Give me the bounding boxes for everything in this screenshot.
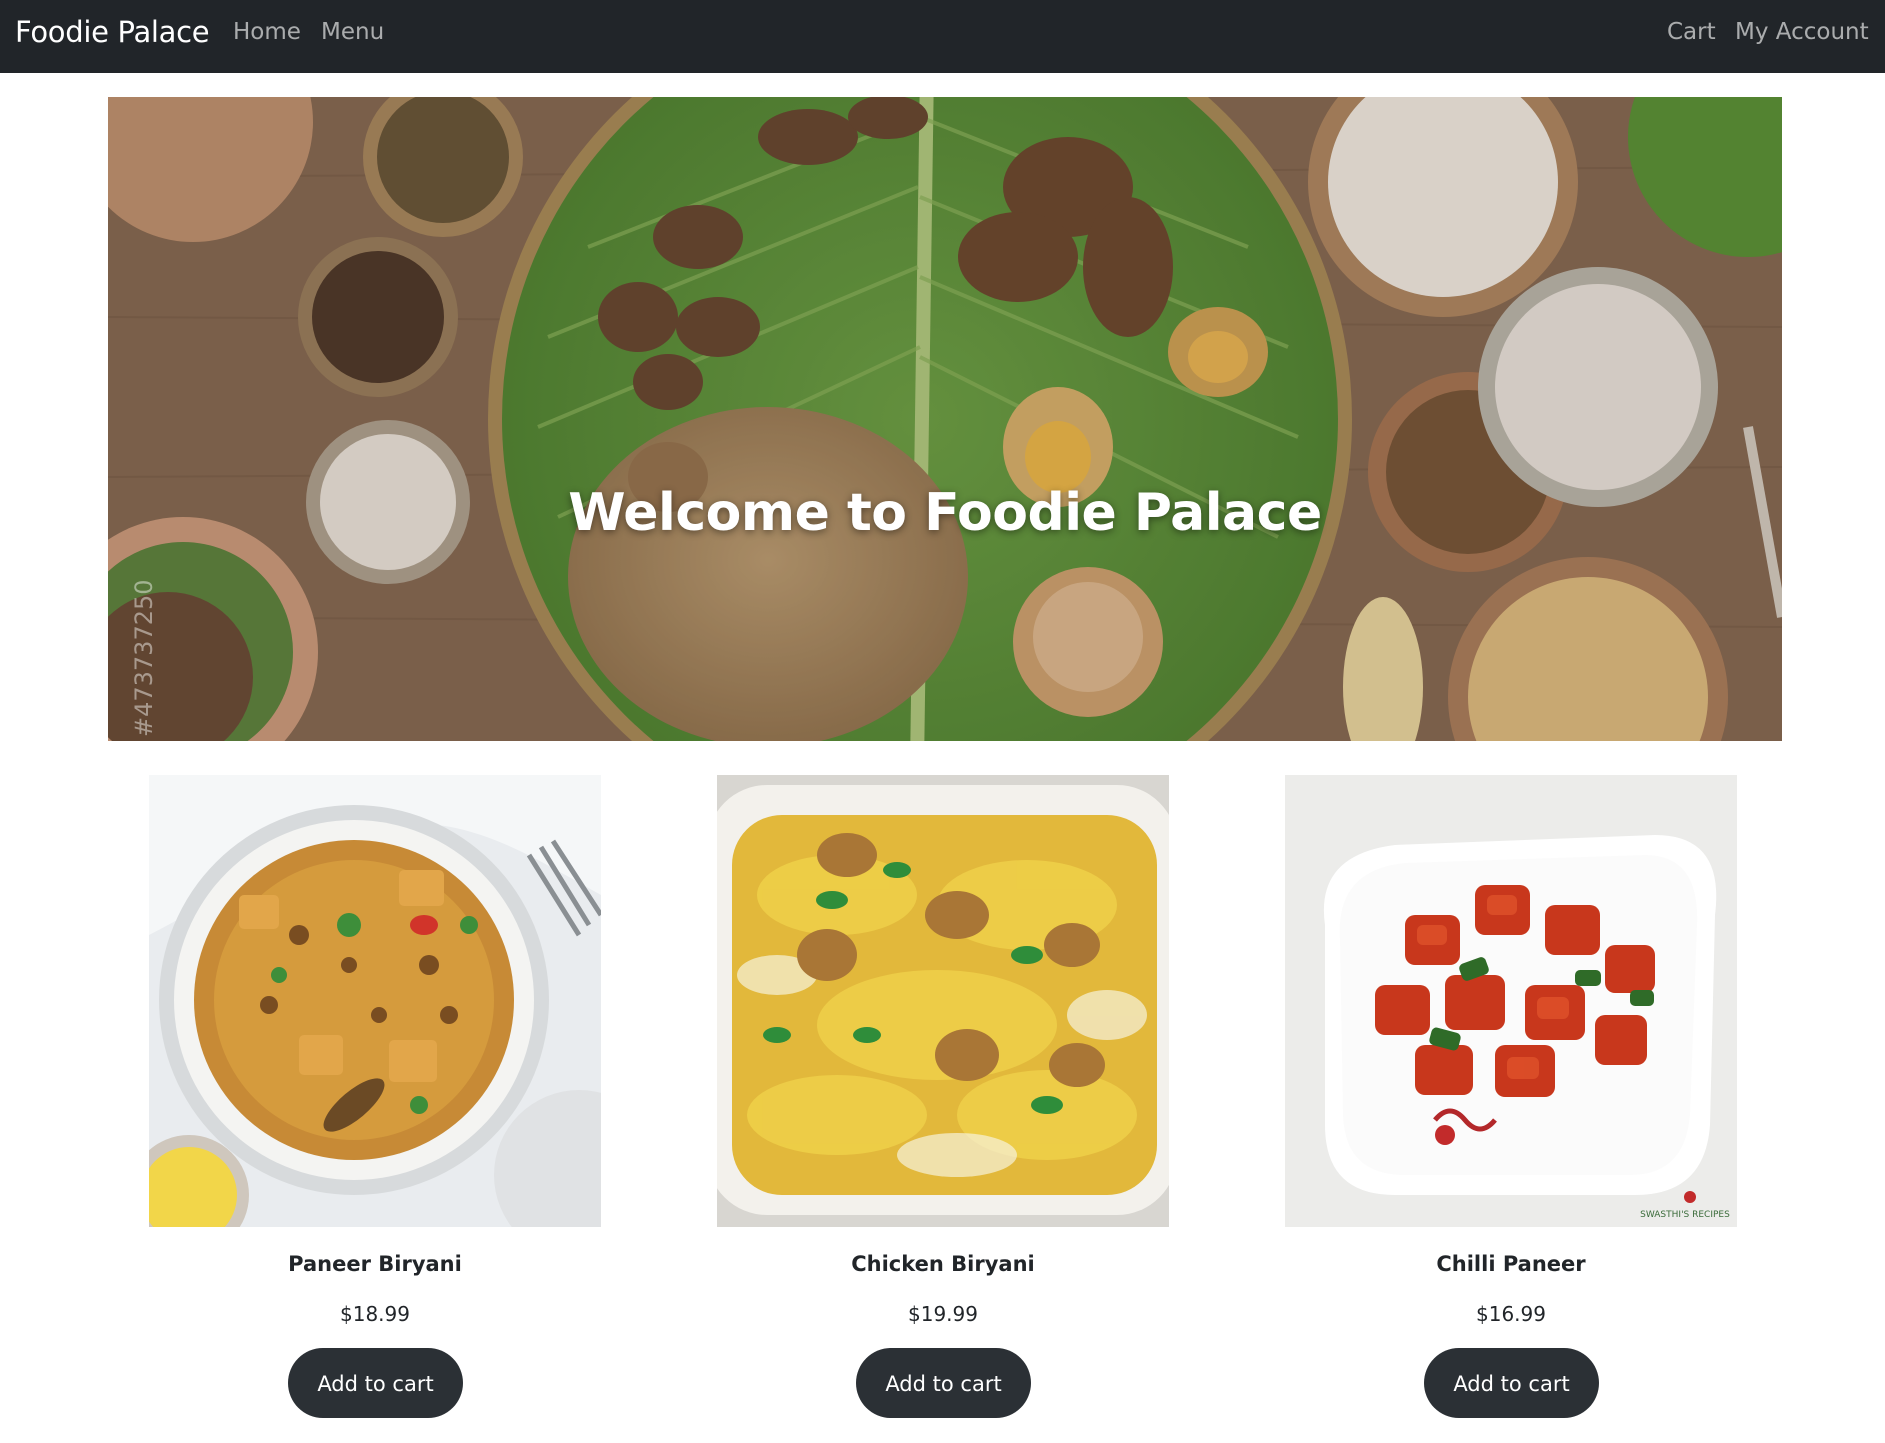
- product-price: $19.99: [908, 1302, 978, 1326]
- product-name: Chilli Paneer: [1436, 1252, 1586, 1276]
- top-navbar: Foodie Palace Home Menu Cart My Account: [0, 0, 1885, 73]
- add-to-cart-button[interactable]: Add to cart: [1424, 1348, 1599, 1418]
- hero-watermark: #473737250: [130, 579, 158, 737]
- nav-my-account-link[interactable]: My Account: [1735, 17, 1869, 47]
- nav-cart-link[interactable]: Cart: [1667, 17, 1716, 47]
- hero-title: Welcome to Foodie Palace: [568, 483, 1322, 543]
- add-to-cart-button[interactable]: Add to cart: [288, 1348, 463, 1418]
- paneer-biryani-image: [149, 775, 601, 1227]
- nav-menu-link[interactable]: Menu: [321, 17, 384, 47]
- hero-banner: Welcome to Foodie Palace #473737250: [108, 97, 1782, 741]
- add-to-cart-button[interactable]: Add to cart: [856, 1348, 1031, 1418]
- chilli-paneer-image: SWASTHI'S RECIPES: [1285, 775, 1737, 1227]
- hero-overlay: [108, 97, 1782, 741]
- image-watermark-badge: SWASTHI'S RECIPES: [1640, 1210, 1730, 1220]
- brand-logo[interactable]: Foodie Palace: [15, 12, 210, 52]
- product-name: Chicken Biryani: [851, 1252, 1035, 1276]
- product-price: $18.99: [340, 1302, 410, 1326]
- nav-home-link[interactable]: Home: [233, 17, 301, 47]
- product-name: Paneer Biryani: [288, 1252, 462, 1276]
- chicken-biryani-image: [717, 775, 1169, 1227]
- product-price: $16.99: [1476, 1302, 1546, 1326]
